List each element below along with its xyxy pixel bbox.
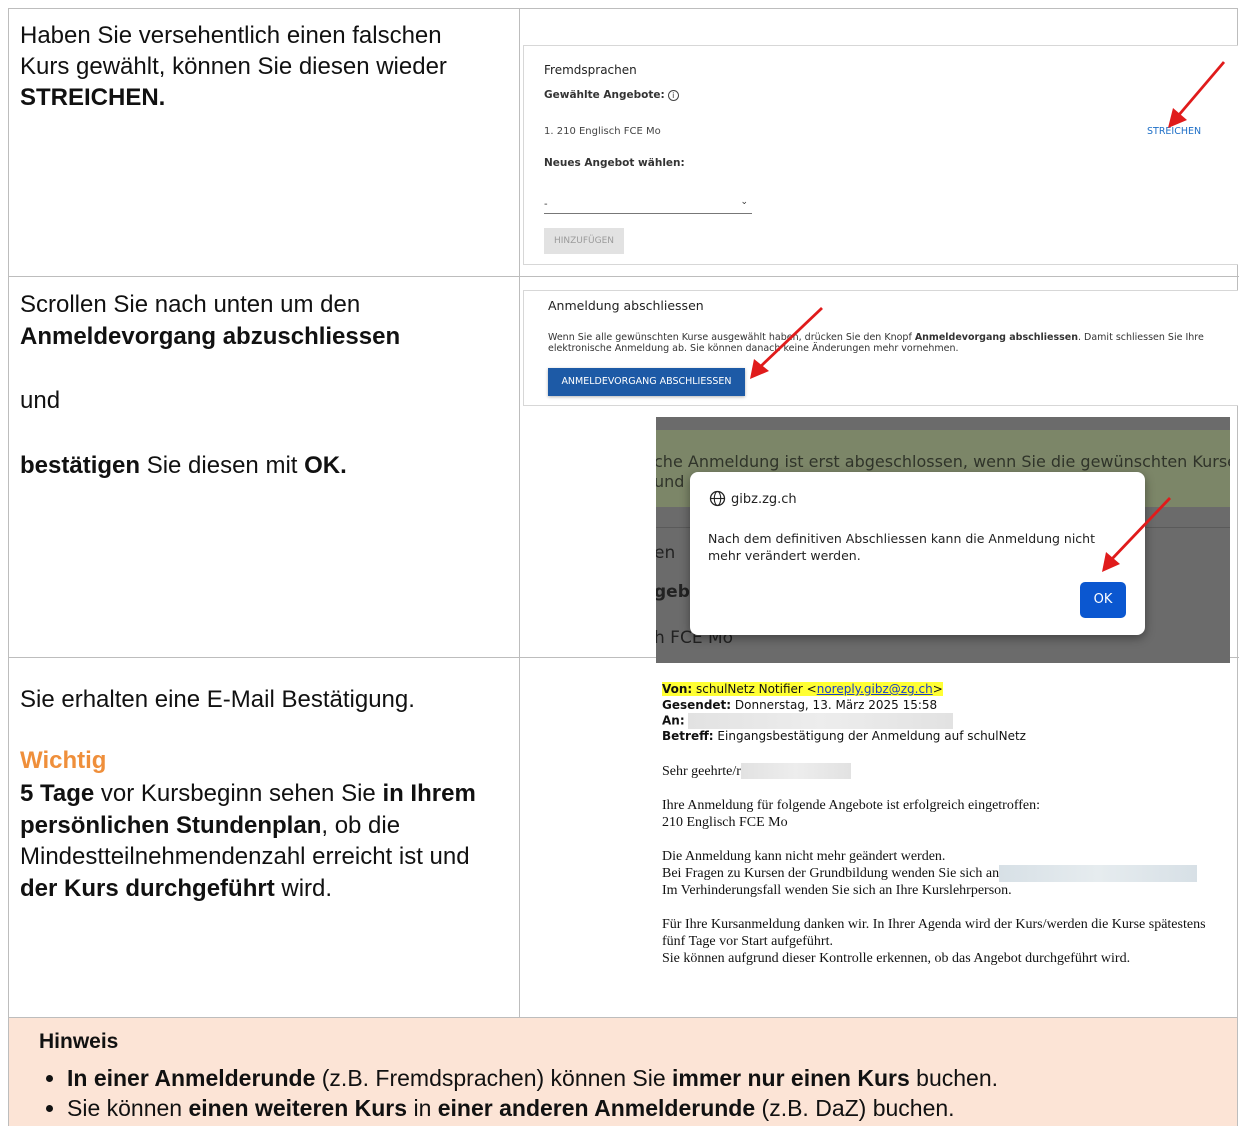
step3-bold-1: 5 Tage xyxy=(20,780,95,807)
column-divider xyxy=(519,9,520,1019)
redacted-recipient xyxy=(688,713,954,729)
hint2-bold-1: einen weiteren Kurs xyxy=(188,1095,408,1121)
step2-ok-bold: OK. xyxy=(304,452,347,479)
complete-registration-panel: Anmeldung abschliessen Wenn Sie alle gew… xyxy=(523,290,1238,406)
offer-select[interactable]: - ⌄ xyxy=(544,194,752,214)
description-text-1: Wenn Sie alle gewünschten Kurse ausgewäh… xyxy=(548,332,915,343)
selected-offers-text: Gewählte Angebote: xyxy=(544,89,665,101)
offer-select-value: - xyxy=(544,199,548,210)
redacted-contact xyxy=(999,864,1198,882)
step3-text-1: vor Kursbeginn sehen Sie xyxy=(94,780,383,807)
email-to: An: xyxy=(662,713,1232,729)
subject-label: Betreff: xyxy=(662,729,714,743)
selected-course-item: 1. 210 Englisch FCE Mo xyxy=(544,126,661,137)
email-body-5: Im Verhinderungsfall wenden Sie sich an … xyxy=(662,882,1012,898)
step1-text-plain: Haben Sie versehentlich einen falschen K… xyxy=(20,22,447,80)
email-sent: Gesendet: Donnerstag, 13. März 2025 15:5… xyxy=(662,698,1232,714)
email-body-2: 210 Englisch FCE Mo xyxy=(662,814,788,830)
email-body-7: Sie können aufgrund dieser Kontrolle erk… xyxy=(662,950,1131,966)
banner-text-1: che Anmeldung ist erst abgeschlossen, we… xyxy=(656,452,1230,471)
globe-icon xyxy=(709,490,726,507)
background-text-1: en xyxy=(656,543,676,563)
step3-text-3: wird. xyxy=(274,874,333,902)
step2-line3: und xyxy=(20,387,61,414)
hint2-bold-2: einer anderen Anmelderunde xyxy=(437,1095,756,1121)
from-end: > xyxy=(932,682,943,696)
from-address-link[interactable]: noreply.gibz@zg.ch xyxy=(817,682,933,696)
hint-heading: Hinweis xyxy=(39,1030,119,1053)
ok-button[interactable]: OK xyxy=(1080,582,1126,618)
to-label: An: xyxy=(662,713,685,728)
panel-title: Anmeldung abschliessen xyxy=(548,298,704,313)
hint-item-2: Sie können einen weiteren Kurs in einer … xyxy=(67,1093,998,1123)
hint-list: In einer Anmelderunde (z.B. Fremdsprache… xyxy=(67,1063,998,1123)
email-body-6: Für Ihre Kursanmeldung danken wir. In Ih… xyxy=(662,916,1206,949)
email-from: Von: schulNetz Notifier <noreply.gibz@zg… xyxy=(662,682,1232,698)
hint1-bold-1: In einer Anmelderunde xyxy=(67,1065,316,1091)
dialog-message: Nach dem definitiven Abschliessen kann d… xyxy=(708,531,1096,563)
redacted-name xyxy=(740,763,851,780)
important-heading: Wichtig xyxy=(20,747,107,774)
chevron-down-icon: ⌄ xyxy=(740,197,748,207)
step1-text: Haben Sie versehentlich einen falschen K… xyxy=(20,20,490,113)
step1-text-bold: STREICHEN. xyxy=(20,84,166,111)
step2-confirm-text: Sie diesen mit xyxy=(140,452,305,479)
row-divider-1 xyxy=(9,276,1239,277)
selected-offers-label: Gewählte Angebote: i xyxy=(544,89,679,101)
email-subject: Betreff: Eingangsbestätigung der Anmeldu… xyxy=(662,729,1232,745)
confirm-dialog: gibz.zg.ch Nach dem definitiven Abschlie… xyxy=(690,472,1145,635)
step2-line2: Anmeldevorgang abzuschliessen xyxy=(20,323,401,350)
hint2-text-1: Sie können xyxy=(67,1095,189,1121)
new-offer-label: Neues Angebot wählen: xyxy=(544,157,685,169)
hint-item-1: In einer Anmelderunde (z.B. Fremdsprache… xyxy=(67,1063,998,1093)
hint2-text-3: (z.B. DaZ) buchen. xyxy=(755,1095,955,1121)
course-selection-panel: Fremdsprachen Gewählte Angebote: i 1. 210… xyxy=(523,45,1238,265)
step2-line4: bestätigen Sie diesen mit OK. xyxy=(20,450,490,481)
subject-value: Eingangsbestätigung der Anmeldung auf sc… xyxy=(713,729,1026,743)
greeting-text: Sehr geehrte/r xyxy=(662,763,741,779)
from-name: schulNetz Notifier < xyxy=(692,682,817,696)
body4-text: Bei Fragen zu Kursen der Grundbildung we… xyxy=(662,865,1000,881)
from-label: Von: xyxy=(662,682,693,696)
hint1-text-2: buchen. xyxy=(909,1065,999,1091)
confirmation-email: Von: schulNetz Notifier <noreply.gibz@zg… xyxy=(662,682,1232,967)
complete-registration-button[interactable]: ANMELDEVORGANG ABSCHLIESSEN xyxy=(548,368,745,396)
step2-line1: Scrollen Sie nach unten um den xyxy=(20,291,361,318)
email-body-1: Ihre Anmeldung für folgende Angebote ist… xyxy=(662,797,1041,813)
arrow-icon-ok xyxy=(1102,497,1172,572)
arrow-icon-streichen xyxy=(1168,61,1226,128)
info-icon[interactable]: i xyxy=(667,90,679,101)
add-button[interactable]: HINZUFÜGEN xyxy=(544,228,624,254)
arrow-icon-complete xyxy=(750,306,823,379)
dialog-host: gibz.zg.ch xyxy=(731,492,797,507)
banner-text-2: und xyxy=(656,472,685,491)
hint-box: Hinweis In einer Anmelderunde (z.B. Frem… xyxy=(8,1018,1238,1126)
step3-bold-3: der Kurs durchgeführt xyxy=(20,874,275,902)
step3-line1: Sie erhalten eine E-Mail Bestätigung. xyxy=(20,686,415,713)
email-body-4: Bei Fragen zu Kursen der Grundbildung we… xyxy=(662,864,1232,882)
sent-value: Donnerstag, 13. März 2025 15:58 xyxy=(731,697,938,712)
panel-title: Fremdsprachen xyxy=(544,63,637,77)
email-greeting: Sehr geehrte/r xyxy=(662,763,1232,780)
sent-label: Gesendet: xyxy=(662,697,732,712)
email-body-3: Die Anmeldung kann nicht mehr geändert w… xyxy=(662,848,946,864)
hint1-bold-2: immer nur einen Kurs xyxy=(672,1065,910,1091)
description-bold: Anmeldevorgang abschliessen xyxy=(914,332,1078,343)
hint1-text-1: (z.B. Fremdsprachen) können Sie xyxy=(315,1065,673,1091)
panel-description: Wenn Sie alle gewünschten Kurse ausgewäh… xyxy=(548,332,1228,354)
step3-paragraph: 5 Tage vor Kursbeginn sehen Sie in Ihrem… xyxy=(20,778,490,904)
step2-confirm-bold: bestätigen xyxy=(20,452,141,479)
hint2-text-2: in xyxy=(407,1095,438,1121)
